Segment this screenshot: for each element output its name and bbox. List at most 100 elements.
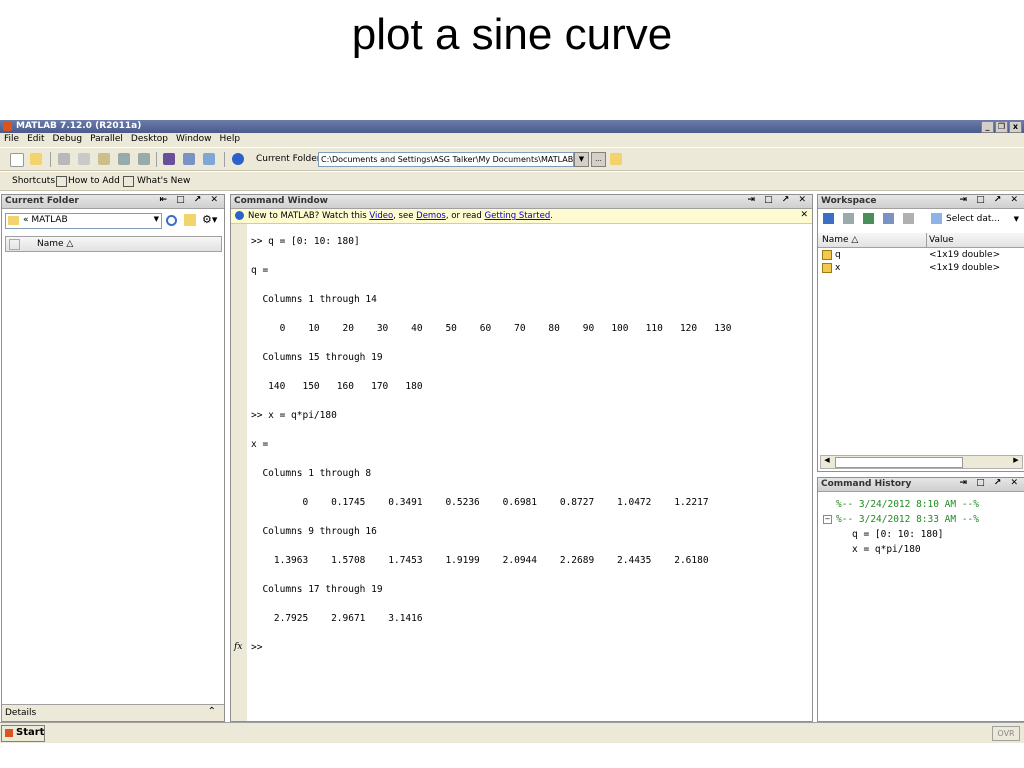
- demos-link[interactable]: Demos: [416, 211, 446, 221]
- save-workspace-icon[interactable]: [863, 213, 874, 224]
- command-window-title: Command Window: [234, 196, 328, 206]
- simulink-icon[interactable]: [163, 153, 175, 165]
- command-output[interactable]: >> q = [0: 10: 180] q = Columns 1 throug…: [231, 224, 812, 721]
- shortcut-icon: [123, 176, 134, 187]
- command-line: >> q = [0: 10: 180]: [251, 236, 360, 247]
- command-line: Columns 1 through 14: [251, 294, 377, 305]
- close-button[interactable]: x: [1009, 121, 1022, 133]
- shortcuts-link[interactable]: Shortcuts: [12, 176, 55, 186]
- undo-icon[interactable]: [118, 153, 130, 165]
- command-prompt[interactable]: >>: [251, 642, 262, 653]
- new-variable-icon[interactable]: [823, 213, 834, 224]
- main-toolbar: Current Folder: C:\Documents and Setting…: [0, 148, 1024, 171]
- start-button[interactable]: Start: [1, 725, 45, 742]
- menu-edit[interactable]: Edit: [23, 133, 48, 144]
- scroll-thumb[interactable]: [835, 457, 963, 468]
- details-bar[interactable]: Details ⌃: [2, 704, 224, 721]
- folder-path-text: « MATLAB: [23, 215, 68, 225]
- command-window-panel: Command Window ⇥ □ ↗ ✕ New to MATLAB? Wa…: [230, 194, 813, 722]
- folder-dropdown-button[interactable]: ▼: [574, 152, 589, 167]
- open-variable-icon[interactable]: [843, 213, 854, 224]
- close-banner-icon[interactable]: ✕: [800, 210, 808, 220]
- col-value-header[interactable]: Value: [929, 235, 954, 245]
- maximize-button[interactable]: ❐: [995, 121, 1008, 133]
- panel-controls[interactable]: ⇤ □ ↗ ✕: [159, 195, 221, 205]
- command-line: Columns 1 through 8: [251, 468, 372, 479]
- chevron-down-icon: ▼: [1013, 215, 1019, 223]
- menu-desktop[interactable]: Desktop: [127, 133, 172, 144]
- details-label: Details: [5, 708, 37, 718]
- ovr-indicator: OVR: [992, 726, 1020, 741]
- window-title: MATLAB 7.12.0 (R2011a): [16, 121, 142, 131]
- menu-help[interactable]: Help: [216, 133, 245, 144]
- select-all-checkbox[interactable]: [9, 239, 20, 250]
- table-row[interactable]: q <1x19 double>: [818, 249, 1024, 262]
- profiler-icon[interactable]: [203, 153, 215, 165]
- panel-controls[interactable]: ⇥ □ ↗ ✕: [959, 195, 1021, 205]
- collapse-icon[interactable]: −: [823, 515, 832, 524]
- fx-icon[interactable]: fx: [234, 642, 242, 652]
- scroll-left-icon[interactable]: ◀: [821, 456, 833, 468]
- menu-parallel[interactable]: Parallel: [86, 133, 127, 144]
- open-folder-icon[interactable]: [30, 153, 42, 165]
- menu-window[interactable]: Window: [172, 133, 216, 144]
- slide-title: plot a sine curve: [351, 10, 673, 59]
- new-file-icon[interactable]: [10, 153, 24, 167]
- command-line: >> x = q*pi/180: [251, 410, 337, 421]
- status-bar: Start OVR: [0, 722, 1024, 743]
- scroll-right-icon[interactable]: ▶: [1010, 456, 1022, 468]
- video-link[interactable]: Video: [369, 211, 393, 221]
- chevron-down-icon[interactable]: ▼: [154, 215, 159, 223]
- history-entry[interactable]: q = [0: 10: 180]: [852, 529, 944, 540]
- delete-variable-icon[interactable]: [903, 213, 914, 224]
- shortcut-icon: [56, 176, 67, 187]
- workspace-columns: Name △ Value: [818, 233, 1024, 248]
- help-icon[interactable]: [232, 153, 244, 165]
- cut-icon[interactable]: [58, 153, 70, 165]
- gear-icon[interactable]: ⚙▾: [202, 213, 217, 226]
- plot-icon: [931, 213, 942, 224]
- how-to-add-link[interactable]: How to Add: [68, 176, 120, 186]
- col-name-header[interactable]: Name △: [822, 235, 858, 245]
- window-titlebar: MATLAB 7.12.0 (R2011a) _ ❐ x: [0, 120, 1024, 133]
- select-data-dropdown[interactable]: Select dat... ▼: [931, 212, 1021, 226]
- up-folder-icon[interactable]: [184, 214, 196, 226]
- guide-icon[interactable]: [183, 153, 195, 165]
- panel-controls[interactable]: ⇥ □ ↗ ✕: [747, 195, 809, 205]
- command-history-header: Command History ⇥ □ ↗ ✕: [818, 478, 1024, 492]
- command-line: Columns 9 through 16: [251, 526, 377, 537]
- import-data-icon[interactable]: [883, 213, 894, 224]
- variable-name: x: [835, 263, 841, 273]
- table-row[interactable]: x <1x19 double>: [818, 262, 1024, 275]
- minimize-button[interactable]: _: [981, 121, 994, 133]
- menu-file[interactable]: File: [0, 133, 23, 144]
- matlab-logo-icon: [3, 122, 12, 131]
- command-line: q =: [251, 265, 269, 276]
- command-history-title: Command History: [821, 479, 912, 489]
- whats-new-link[interactable]: What's New: [137, 176, 190, 186]
- history-entry[interactable]: x = q*pi/180: [852, 544, 921, 555]
- redo-icon[interactable]: [138, 153, 150, 165]
- history-session-header[interactable]: %-- 3/24/2012 8:33 AM --%: [836, 514, 979, 525]
- command-line: x =: [251, 439, 269, 450]
- history-session-header[interactable]: %-- 3/24/2012 8:10 AM --%: [836, 499, 979, 510]
- current-folder-header: Current Folder ⇤ □ ↗ ✕: [2, 195, 224, 209]
- paste-icon[interactable]: [98, 153, 110, 165]
- shortcuts-bar: Shortcuts How to Add What's New: [0, 172, 1024, 191]
- menu-debug[interactable]: Debug: [49, 133, 87, 144]
- folder-path-box[interactable]: « MATLAB ▼: [5, 213, 162, 229]
- search-icon[interactable]: [166, 215, 177, 226]
- current-folder-field[interactable]: C:\Documents and Settings\ASG Talker\My …: [318, 152, 574, 167]
- column-name-header[interactable]: Name △: [37, 239, 73, 249]
- matlab-logo-icon: [5, 729, 13, 737]
- getting-started-link[interactable]: Getting Started: [485, 211, 551, 221]
- up-folder-icon[interactable]: [610, 153, 622, 165]
- copy-icon[interactable]: [78, 153, 90, 165]
- chevron-up-icon[interactable]: ⌃: [208, 706, 216, 717]
- file-list-header: Name △: [5, 236, 222, 252]
- horizontal-scrollbar[interactable]: ◀ ▶: [820, 455, 1023, 469]
- variable-value: <1x19 double>: [929, 263, 1001, 273]
- select-data-label: Select dat...: [946, 214, 1000, 224]
- panel-controls[interactable]: ⇥ □ ↗ ✕: [959, 478, 1021, 488]
- browse-folder-button[interactable]: ...: [591, 152, 606, 167]
